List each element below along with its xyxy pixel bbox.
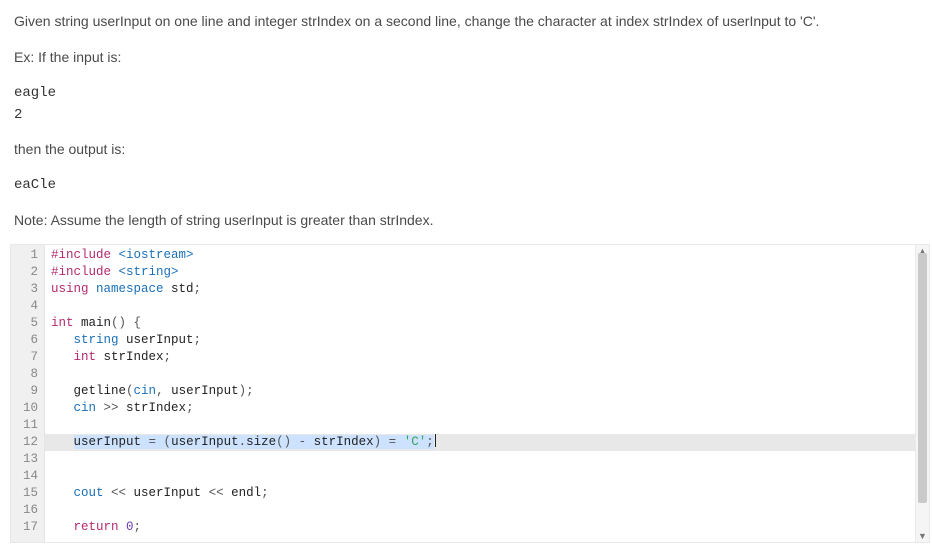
code-line[interactable]: int main() {	[45, 315, 915, 332]
code-area[interactable]: #include <iostream>#include <string>usin…	[45, 245, 915, 542]
code-line[interactable]: string userInput;	[45, 332, 915, 349]
line-number: 9	[11, 383, 44, 400]
line-number: 3	[11, 281, 44, 298]
line-number: 2	[11, 264, 44, 281]
scroll-down-arrow-icon[interactable]: ▼	[916, 530, 929, 542]
scrollbar-thumb[interactable]	[918, 253, 927, 503]
line-number: 8	[11, 366, 44, 383]
line-number: 7	[11, 349, 44, 366]
line-number: 16	[11, 502, 44, 519]
line-number: 5	[11, 315, 44, 332]
line-number: 15	[11, 485, 44, 502]
problem-note: Note: Assume the length of string userIn…	[14, 209, 918, 233]
problem-statement: Given string userInput on one line and i…	[14, 10, 918, 34]
output-intro: then the output is:	[14, 138, 918, 162]
code-line[interactable]: getline(cin, userInput);	[45, 383, 915, 400]
code-line[interactable]: userInput = (userInput.size() - strIndex…	[45, 434, 915, 451]
line-number: 1	[11, 247, 44, 264]
code-line[interactable]: #include <string>	[45, 264, 915, 281]
text-cursor	[435, 434, 436, 447]
line-number: 10	[11, 400, 44, 417]
code-line[interactable]: using namespace std;	[45, 281, 915, 298]
code-line[interactable]	[45, 468, 915, 485]
line-number: 11	[11, 417, 44, 434]
code-editor[interactable]: 1234567891011121314151617 #include <iost…	[10, 244, 930, 543]
code-line[interactable]: #include <iostream>	[45, 247, 915, 264]
line-number: 14	[11, 468, 44, 485]
code-line[interactable]	[45, 417, 915, 434]
line-number: 12	[11, 434, 44, 451]
line-number: 6	[11, 332, 44, 349]
code-line[interactable]	[45, 451, 915, 468]
line-number: 4	[11, 298, 44, 315]
code-line[interactable]	[45, 366, 915, 383]
line-number: 13	[11, 451, 44, 468]
code-line[interactable]	[45, 502, 915, 519]
example-intro: Ex: If the input is:	[14, 46, 918, 70]
example-input: eagle 2	[14, 82, 918, 127]
vertical-scrollbar[interactable]: ▲ ▼	[915, 245, 929, 542]
code-line[interactable]: return 0;	[45, 519, 915, 536]
code-line[interactable]	[45, 298, 915, 315]
line-number: 17	[11, 519, 44, 536]
problem-description: Given string userInput on one line and i…	[0, 0, 932, 232]
text-selection: userInput = (userInput.size() - strIndex…	[74, 435, 434, 449]
code-line[interactable]: cin >> strIndex;	[45, 400, 915, 417]
example-output: eaCle	[14, 174, 918, 196]
code-line[interactable]: int strIndex;	[45, 349, 915, 366]
line-number-gutter: 1234567891011121314151617	[11, 245, 45, 542]
code-line[interactable]: cout << userInput << endl;	[45, 485, 915, 502]
